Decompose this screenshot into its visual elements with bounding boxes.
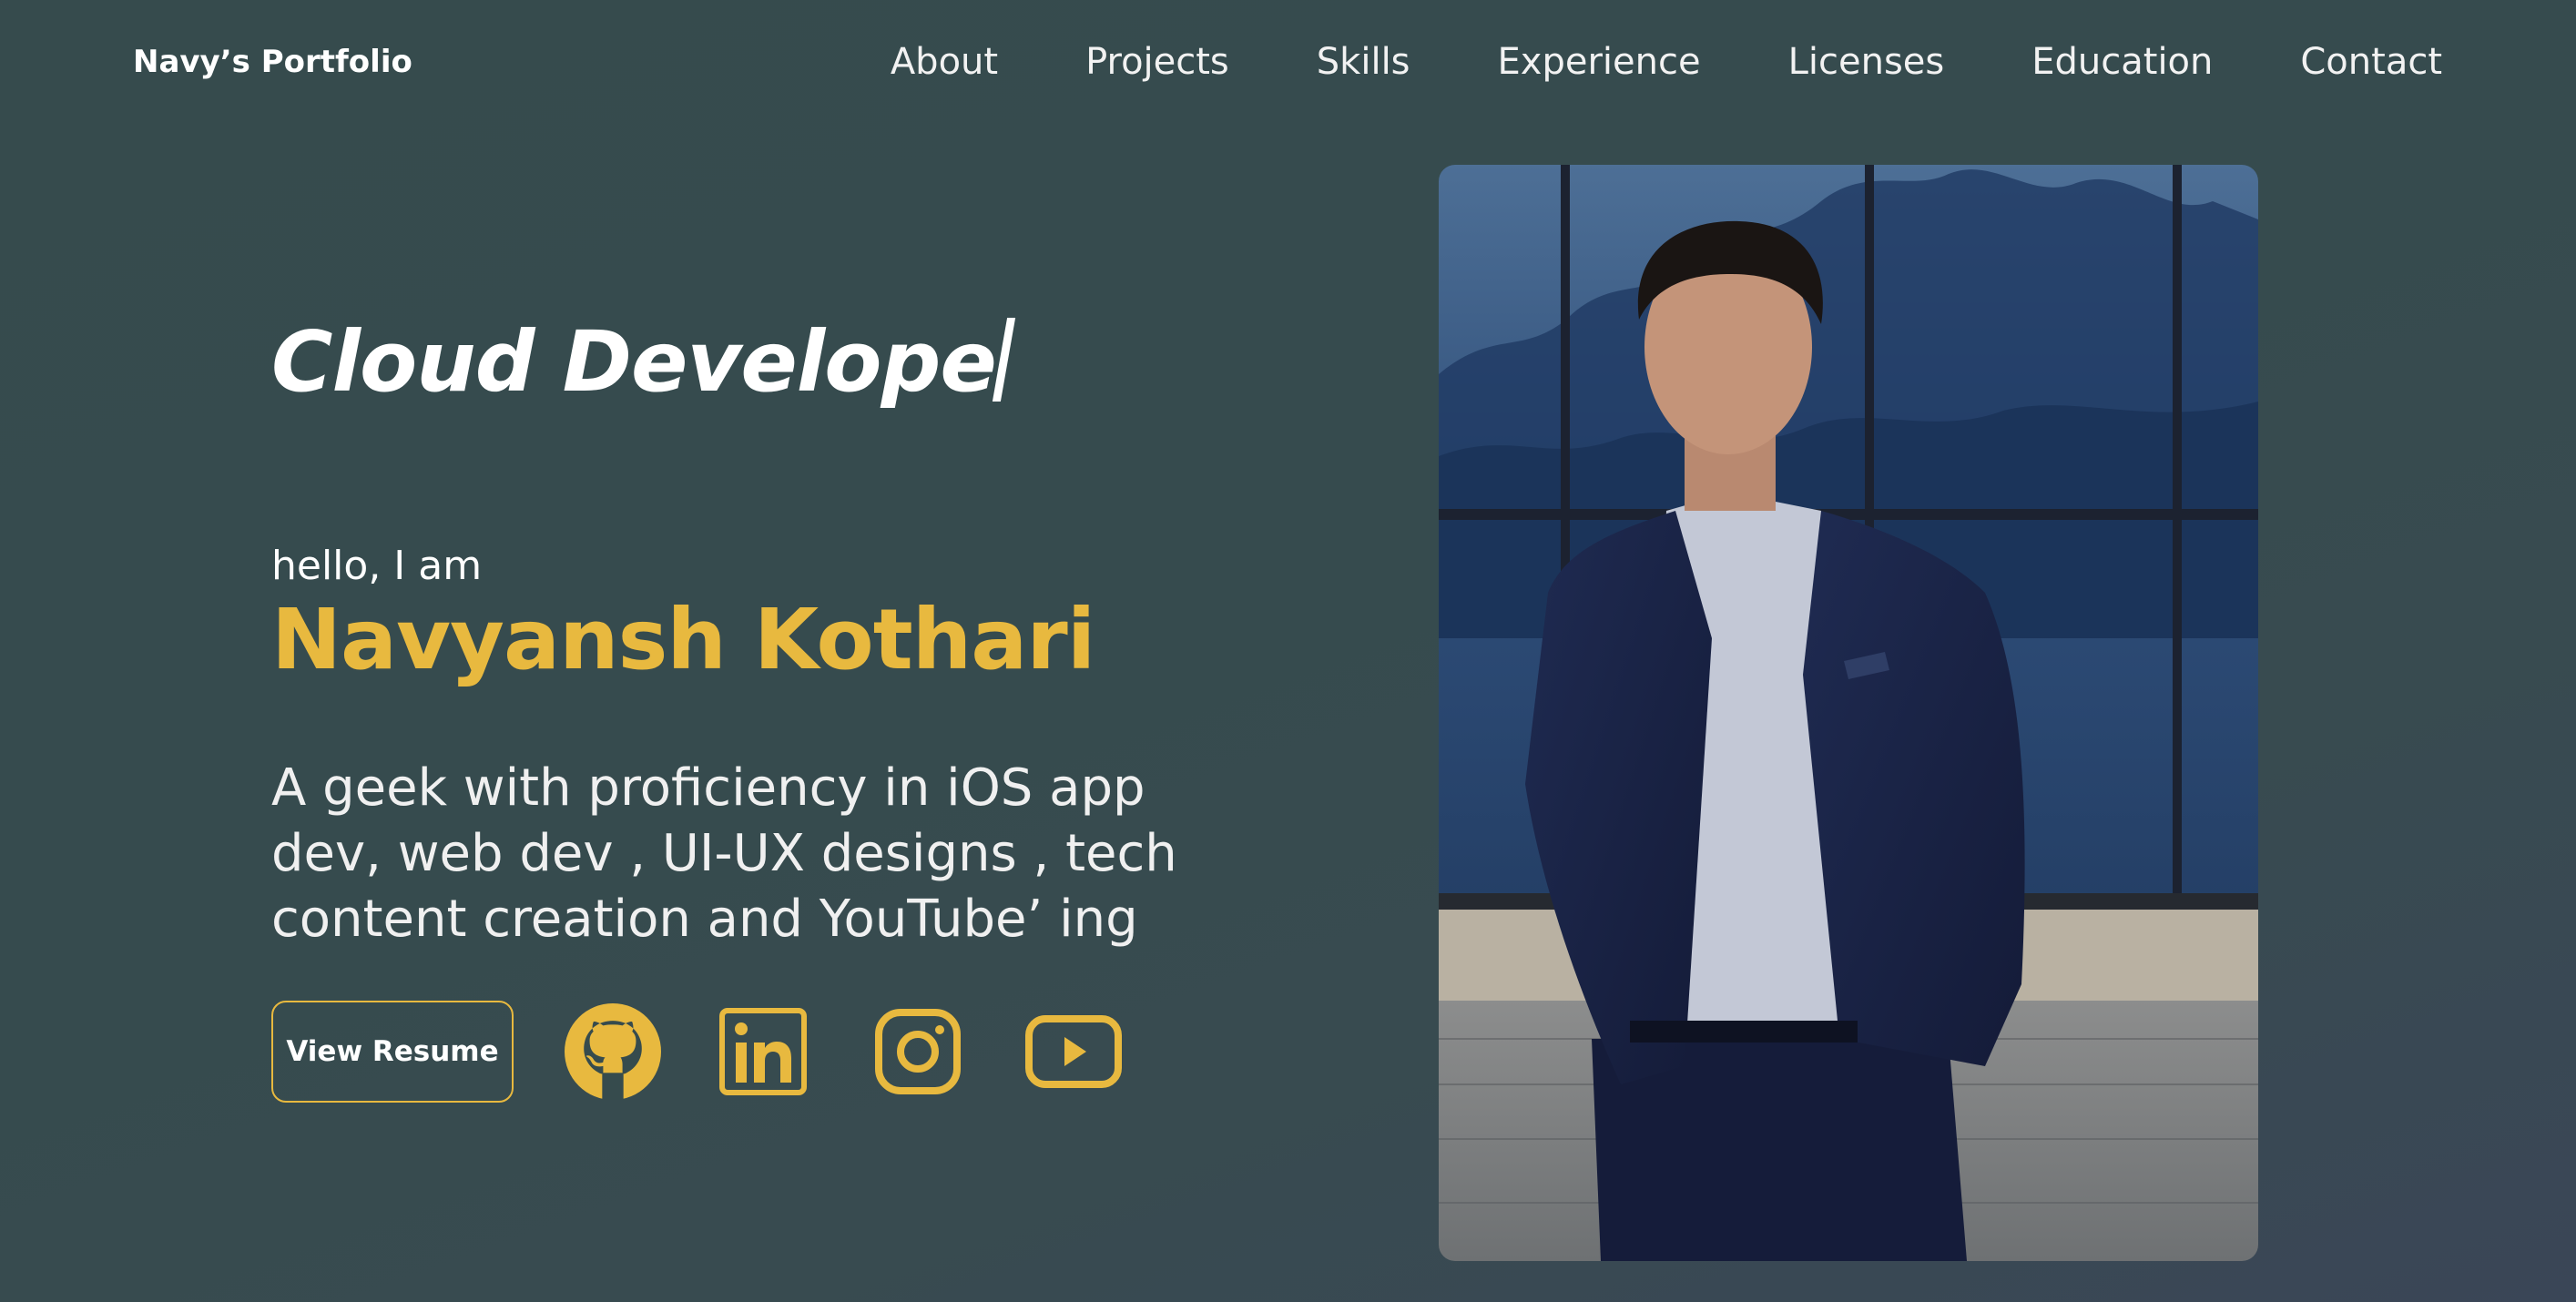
github-icon [565,1003,661,1100]
hero-actions: View Resume [271,999,1122,1104]
linkedin-link[interactable] [719,1008,807,1095]
github-link[interactable] [565,1003,661,1100]
instagram-icon [875,1009,961,1094]
hero-name: Navyansh Kothari [271,591,1095,688]
description-line: A geek with proficiency in iOS app [271,758,1145,818]
nav-experience[interactable]: Experience [1498,36,1701,87]
linkedin-icon [719,1008,807,1095]
greeting-text: hello, I am [271,543,483,589]
brand-logo[interactable]: Navy’s Portfolio [133,40,412,84]
main-nav: About Projects Skills Experience License… [891,36,2442,87]
nav-education[interactable]: Education [2031,36,2213,87]
nav-contact[interactable]: Contact [2300,36,2442,87]
nav-about[interactable]: About [891,36,998,87]
typing-headline: Cloud Develope [271,308,1015,417]
description-line: content creation and YouTube’ ing [271,890,1138,949]
nav-skills[interactable]: Skills [1317,36,1410,87]
typing-text: Cloud Develope [271,313,997,411]
profile-photo [1439,165,2258,1261]
nav-licenses[interactable]: Licenses [1788,36,1945,87]
youtube-link[interactable] [1025,1015,1122,1088]
instagram-link[interactable] [874,1008,962,1095]
nav-projects[interactable]: Projects [1085,36,1229,87]
youtube-icon [1025,1015,1122,1088]
description-line: dev, web dev , UI-UX designs , tech [271,824,1177,883]
view-resume-button[interactable]: View Resume [271,1001,514,1103]
hero-description: A geek with proficiency in iOS app dev, … [271,756,1177,952]
